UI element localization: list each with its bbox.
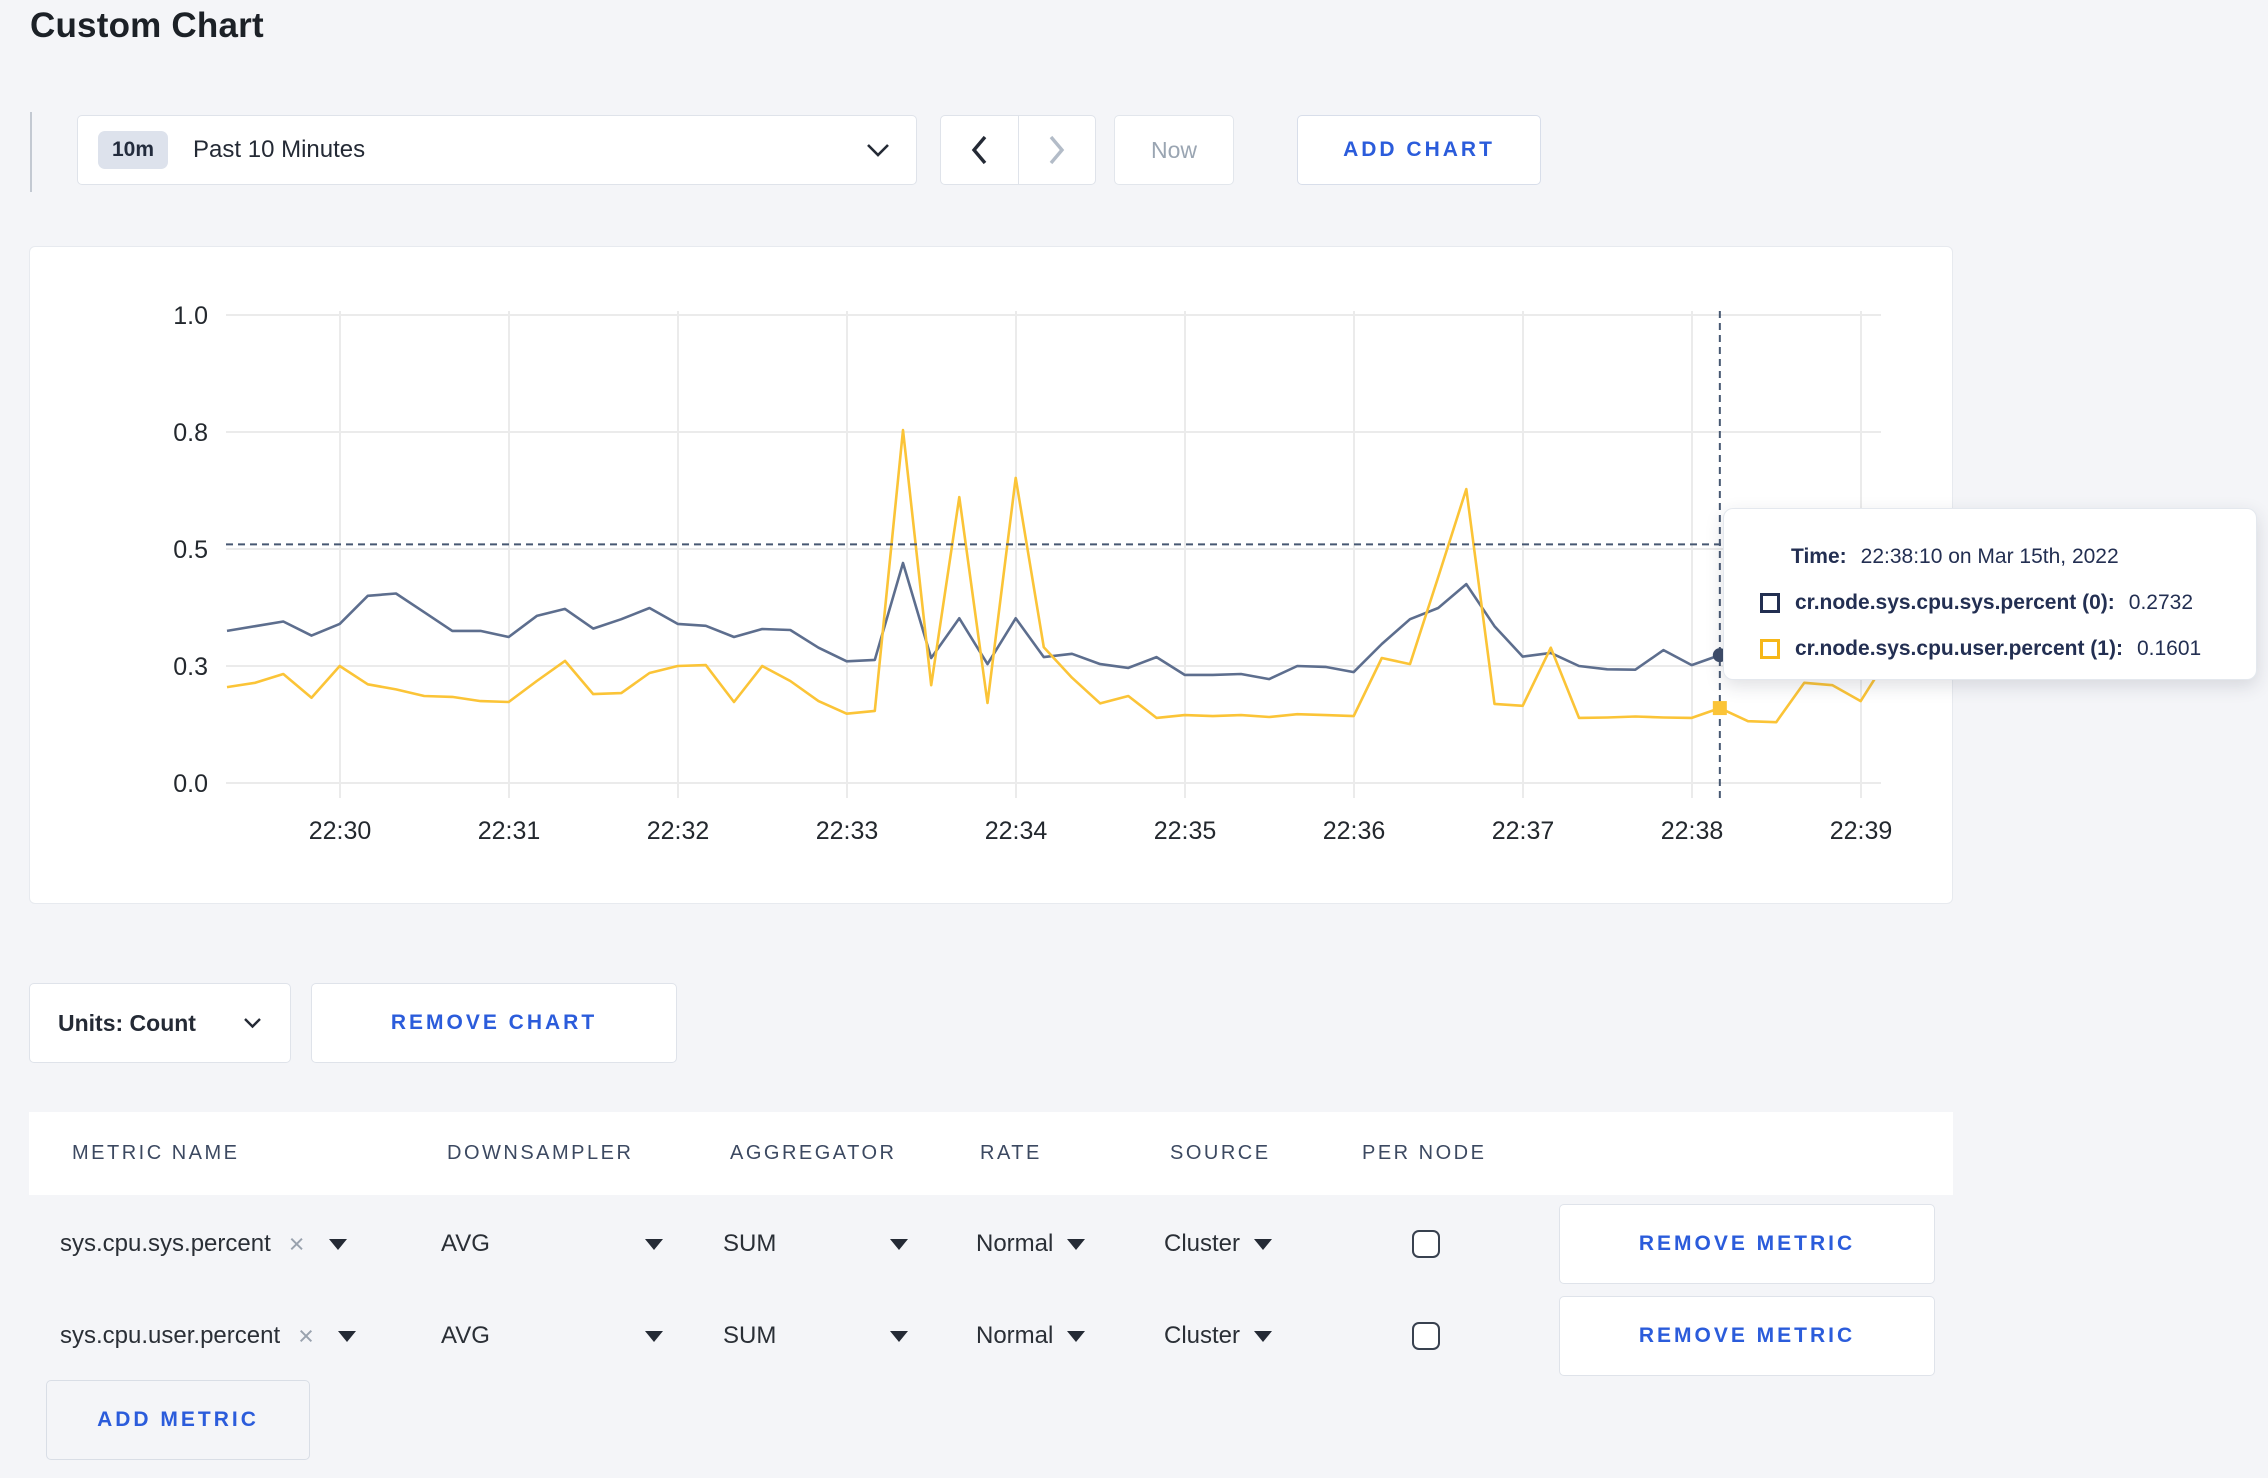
chevron-down-icon <box>244 1018 261 1029</box>
rate-value: Normal <box>976 1230 1054 1257</box>
metric-name-value: sys.cpu.sys.percent <box>60 1230 271 1257</box>
tooltip-series-label: cr.node.sys.cpu.sys.percent (0): <box>1795 591 2115 614</box>
clear-metric-icon[interactable]: × <box>298 1321 314 1352</box>
y-axis-label: 0.5 <box>173 536 208 564</box>
metric-row: sys.cpu.user.percent × AVG SUM Normal Cl… <box>29 1296 1953 1376</box>
dropdown-caret-icon <box>1067 1238 1086 1250</box>
metrics-table-header: METRIC NAME DOWNSAMPLER AGGREGATOR RATE … <box>29 1112 1953 1195</box>
per-node-checkbox[interactable] <box>1412 1322 1440 1350</box>
tooltip-series-value: 0.1601 <box>2136 637 2202 660</box>
dropdown-caret-icon <box>645 1330 663 1342</box>
chevron-right-icon <box>1049 135 1064 165</box>
aggregator-value: SUM <box>723 1322 777 1349</box>
x-axis-label: 22:36 <box>1323 817 1386 845</box>
tooltip-time-row: Time: 22:38:10 on Mar 15th, 2022 <box>1724 534 2256 580</box>
remove-chart-button[interactable]: REMOVE CHART <box>311 983 677 1063</box>
user-series-line <box>226 428 1890 724</box>
x-axis-label: 22:35 <box>1154 817 1217 845</box>
remove-metric-button[interactable]: REMOVE METRIC <box>1559 1204 1935 1284</box>
time-range-badge: 10m <box>98 131 169 169</box>
dropdown-caret-icon <box>1067 1330 1086 1342</box>
downsampler-value: AVG <box>441 1230 490 1257</box>
dropdown-caret-icon <box>645 1238 663 1250</box>
time-range-label: Past 10 Minutes <box>193 136 366 163</box>
y-axis-label: 1.0 <box>173 302 208 330</box>
tooltip-series-row: cr.node.sys.cpu.sys.percent (0): 0.2732 <box>1724 580 2256 626</box>
line-chart[interactable]: 0.0 0.3 0.5 0.8 1.0 22:30 22:31 22:32 22:33 22:34… <box>30 247 1954 905</box>
source-select[interactable]: Cluster <box>1164 1296 1273 1376</box>
header-downsampler: DOWNSAMPLER <box>447 1142 634 1164</box>
y-axis-label: 0.8 <box>173 419 208 447</box>
user-series-legend-icon <box>1760 639 1780 659</box>
source-value: Cluster <box>1164 1322 1241 1349</box>
downsampler-value: AVG <box>441 1322 490 1349</box>
units-dropdown[interactable]: Units: Count <box>29 983 291 1063</box>
dropdown-caret-icon <box>890 1238 908 1250</box>
y-axis-label: 0.0 <box>173 770 208 798</box>
dropdown-caret-icon <box>337 1330 356 1342</box>
time-forward-button[interactable] <box>1019 116 1096 184</box>
downsampler-select[interactable]: AVG <box>441 1204 663 1284</box>
header-source: SOURCE <box>1170 1142 1271 1164</box>
clear-metric-icon[interactable]: × <box>289 1229 305 1260</box>
metric-name-select[interactable]: sys.cpu.user.percent × <box>60 1296 356 1376</box>
chevron-left-icon <box>972 135 987 165</box>
chart-panel: 0.0 0.3 0.5 0.8 1.0 22:30 22:31 22:32 22:33 22:34… <box>29 246 1953 904</box>
tooltip-series-row: cr.node.sys.cpu.user.percent (1): 0.1601 <box>1724 626 2256 672</box>
chevron-down-icon <box>867 143 889 157</box>
remove-metric-button[interactable]: REMOVE METRIC <box>1559 1296 1935 1376</box>
chart-tooltip: Time: 22:38:10 on Mar 15th, 2022 cr.node… <box>1723 508 2257 680</box>
per-node-checkbox[interactable] <box>1412 1230 1440 1258</box>
metric-name-select[interactable]: sys.cpu.sys.percent × <box>60 1204 347 1284</box>
x-axis-label: 22:31 <box>478 817 541 845</box>
header-aggregator: AGGREGATOR <box>730 1142 897 1164</box>
tooltip-series-value: 0.2732 <box>2128 591 2194 614</box>
x-axis-label: 22:39 <box>1830 817 1893 845</box>
aggregator-value: SUM <box>723 1230 777 1257</box>
x-axis-label: 22:38 <box>1661 817 1724 845</box>
x-axis-label: 22:37 <box>1492 817 1555 845</box>
time-range-dropdown[interactable]: 10m Past 10 Minutes <box>77 115 917 185</box>
metric-row: sys.cpu.sys.percent × AVG SUM Normal Clu… <box>29 1204 1953 1284</box>
toolbar-divider <box>30 112 32 192</box>
y-axis-label: 0.3 <box>173 653 208 681</box>
page-title: Custom Chart <box>30 6 264 45</box>
time-back-button[interactable] <box>941 116 1019 184</box>
x-axis-label: 22:32 <box>647 817 710 845</box>
aggregator-select[interactable]: SUM <box>723 1296 908 1376</box>
rate-value: Normal <box>976 1322 1054 1349</box>
dropdown-caret-icon <box>1254 1238 1273 1250</box>
dropdown-caret-icon <box>890 1330 908 1342</box>
header-metric-name: METRIC NAME <box>72 1142 240 1164</box>
custom-chart-page: Custom Chart 10m Past 10 Minutes Now ADD… <box>0 0 2268 1478</box>
tooltip-series-label: cr.node.sys.cpu.user.percent (1): <box>1795 637 2123 660</box>
x-axis-label: 22:34 <box>985 817 1048 845</box>
add-chart-button[interactable]: ADD CHART <box>1297 115 1541 185</box>
source-value: Cluster <box>1164 1230 1241 1257</box>
user-highlight-dot <box>1712 701 1727 716</box>
rate-select[interactable]: Normal <box>976 1204 1086 1284</box>
header-per-node: PER NODE <box>1362 1142 1487 1164</box>
dropdown-caret-icon <box>1254 1330 1273 1342</box>
tooltip-time-label: Time: <box>1791 545 1847 568</box>
metric-name-value: sys.cpu.user.percent <box>60 1322 281 1349</box>
dropdown-caret-icon <box>328 1238 347 1250</box>
units-label: Units: Count <box>58 1009 196 1036</box>
downsampler-select[interactable]: AVG <box>441 1296 663 1376</box>
header-rate: RATE <box>980 1142 1042 1164</box>
add-metric-button[interactable]: ADD METRIC <box>46 1380 310 1460</box>
now-button[interactable]: Now <box>1114 115 1234 185</box>
x-axis-label: 22:33 <box>816 817 879 845</box>
source-select[interactable]: Cluster <box>1164 1204 1273 1284</box>
x-axis-label: 22:30 <box>309 817 372 845</box>
rate-select[interactable]: Normal <box>976 1296 1086 1376</box>
sys-series-legend-icon <box>1760 593 1780 613</box>
tooltip-time-value: 22:38:10 on Mar 15th, 2022 <box>1860 545 2119 568</box>
aggregator-select[interactable]: SUM <box>723 1204 908 1284</box>
time-nav-group <box>940 115 1096 185</box>
